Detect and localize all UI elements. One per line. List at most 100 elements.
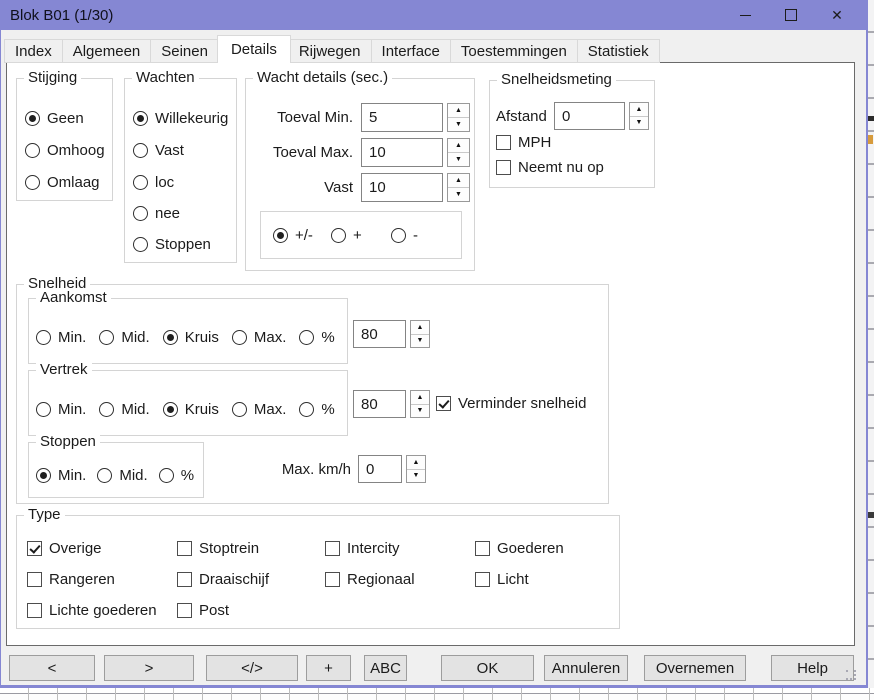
checkbox-regionaal[interactable]: Regionaal [325,571,415,588]
radio-aankomst-min[interactable]: Min. [36,329,86,346]
radio-stoppen-pct[interactable]: % [159,467,194,484]
close-button[interactable]: ✕ [814,0,860,30]
radio-label: Vast [155,142,184,159]
radio-stoppen-min[interactable]: Min. [36,467,86,484]
toeval-min-label: Toeval Min. [250,109,353,126]
checkbox-post[interactable]: Post [177,602,229,619]
radio-aankomst-kruis[interactable]: Kruis [163,329,219,346]
spin-down-button[interactable]: ▼ [448,153,469,166]
ok-button[interactable]: OK [441,655,534,681]
title-bar[interactable]: Blok B01 (1/30) ✕ [0,0,868,30]
radio-stoppen-mid[interactable]: Mid. [97,467,147,484]
radio-omlaag[interactable]: Omlaag [25,174,100,191]
resize-grip[interactable] [846,670,858,682]
checkbox-neemt-nu-op[interactable]: Neemt nu op [496,159,604,176]
radio-vast[interactable]: Vast [133,142,184,159]
checkbox-overige[interactable]: Overige [27,540,102,557]
spin-down-button[interactable]: ▼ [411,335,429,348]
spin-up-button[interactable]: ▲ [448,104,469,118]
radio-vertrek-max[interactable]: Max. [232,401,287,418]
spin-up-button[interactable]: ▲ [448,139,469,153]
sign-box: +/- + - [260,211,462,259]
checkbox-goederen[interactable]: Goederen [475,540,564,557]
maximize-button[interactable] [768,0,814,30]
spin-down-button[interactable]: ▼ [407,470,425,483]
vertrek-group: Vertrek Min. Mid. Kruis [28,370,348,436]
toeval-min-input[interactable]: 5 [361,103,443,132]
spin-up-button[interactable]: ▲ [411,321,429,335]
radio-label: Geen [47,110,84,127]
radio-minus[interactable]: - [391,227,418,244]
spin-up-button[interactable]: ▲ [630,103,648,117]
checkbox-draaischijf[interactable]: Draaischijf [177,571,269,588]
spin-down-button[interactable]: ▼ [448,188,469,201]
radio-omhoog[interactable]: Omhoog [25,142,105,159]
radio-vertrek-min[interactable]: Min. [36,401,86,418]
afstand-input[interactable]: 0 [554,102,625,130]
max-kmh-spinner: 0 ▲ ▼ [358,455,426,483]
prev-button[interactable]: < [9,655,95,681]
checkbox-verminder-snelheid[interactable]: Verminder snelheid [436,395,586,412]
radio-icon [25,175,40,190]
checkbox-lichte-goederen[interactable]: Lichte goederen [27,602,157,619]
abc-button[interactable]: ABC [364,655,407,681]
radio-geen[interactable]: Geen [25,110,84,127]
radio-icon [159,468,174,483]
checkbox-licht[interactable]: Licht [475,571,529,588]
help-button[interactable]: Help [771,655,854,681]
checkbox-label: Rangeren [49,571,115,588]
spin-down-button[interactable]: ▼ [448,118,469,131]
checkbox-icon [325,572,340,587]
radio-plus[interactable]: + [331,227,362,244]
tab-label: Toestemmingen [461,43,567,60]
spin-down-button[interactable]: ▼ [411,405,429,418]
aankomst-speed-input[interactable]: 80 [353,320,406,348]
maximize-icon [785,9,797,21]
radio-plus-minus[interactable]: +/- [273,227,313,244]
window-title: Blok B01 (1/30) [0,7,113,24]
tab-interface[interactable]: Interface [372,39,451,63]
tab-statistiek[interactable]: Statistiek [578,39,660,63]
radio-label: Omhoog [47,142,105,159]
radio-aankomst-mid[interactable]: Mid. [99,329,149,346]
checkbox-rangeren[interactable]: Rangeren [27,571,115,588]
radio-vertrek-kruis[interactable]: Kruis [163,401,219,418]
tab-algemeen[interactable]: Algemeen [63,39,152,63]
spin-up-button[interactable]: ▲ [448,174,469,188]
max-kmh-input[interactable]: 0 [358,455,402,483]
radio-aankomst-pct[interactable]: % [299,329,334,346]
checkbox-intercity[interactable]: Intercity [325,540,400,557]
radio-nee[interactable]: nee [133,205,180,222]
radio-vertrek-mid[interactable]: Mid. [99,401,149,418]
minimize-button[interactable] [722,0,768,30]
spin-up-button[interactable]: ▲ [407,456,425,470]
vast-input[interactable]: 10 [361,173,443,202]
checkbox-stoptrein[interactable]: Stoptrein [177,540,259,557]
radio-icon [36,402,51,417]
tab-label: Seinen [161,43,208,60]
radio-willekeurig[interactable]: Willekeurig [133,110,228,127]
tab-rijwegen[interactable]: Rijwegen [289,39,372,63]
tab-seinen[interactable]: Seinen [151,39,219,63]
blok-dialog: Blok B01 (1/30) ✕ Index Algemeen Seinen … [0,0,868,688]
add-button[interactable]: + [306,655,351,681]
details-tab-panel: Stijging Geen Omhoog Omlaag Wachten Will… [6,62,855,646]
cancel-button[interactable]: Annuleren [544,655,628,681]
toeval-max-input[interactable]: 10 [361,138,443,167]
apply-button[interactable]: Overnemen [644,655,746,681]
tab-details[interactable]: Details [217,35,291,63]
checkbox-mph[interactable]: MPH [496,134,551,151]
prev-next-button[interactable]: </> [206,655,298,681]
radio-stoppen-wachten[interactable]: Stoppen [133,236,211,253]
next-button[interactable]: > [104,655,194,681]
radio-label: Stoppen [155,236,211,253]
spin-up-button[interactable]: ▲ [411,391,429,405]
spin-down-button[interactable]: ▼ [630,117,648,130]
tab-toestemmingen[interactable]: Toestemmingen [451,39,578,63]
radio-aankomst-max[interactable]: Max. [232,329,287,346]
vertrek-speed-input[interactable]: 80 [353,390,406,418]
radio-icon [133,143,148,158]
radio-loc[interactable]: loc [133,174,174,191]
radio-vertrek-pct[interactable]: % [299,401,334,418]
tab-index[interactable]: Index [4,39,63,63]
